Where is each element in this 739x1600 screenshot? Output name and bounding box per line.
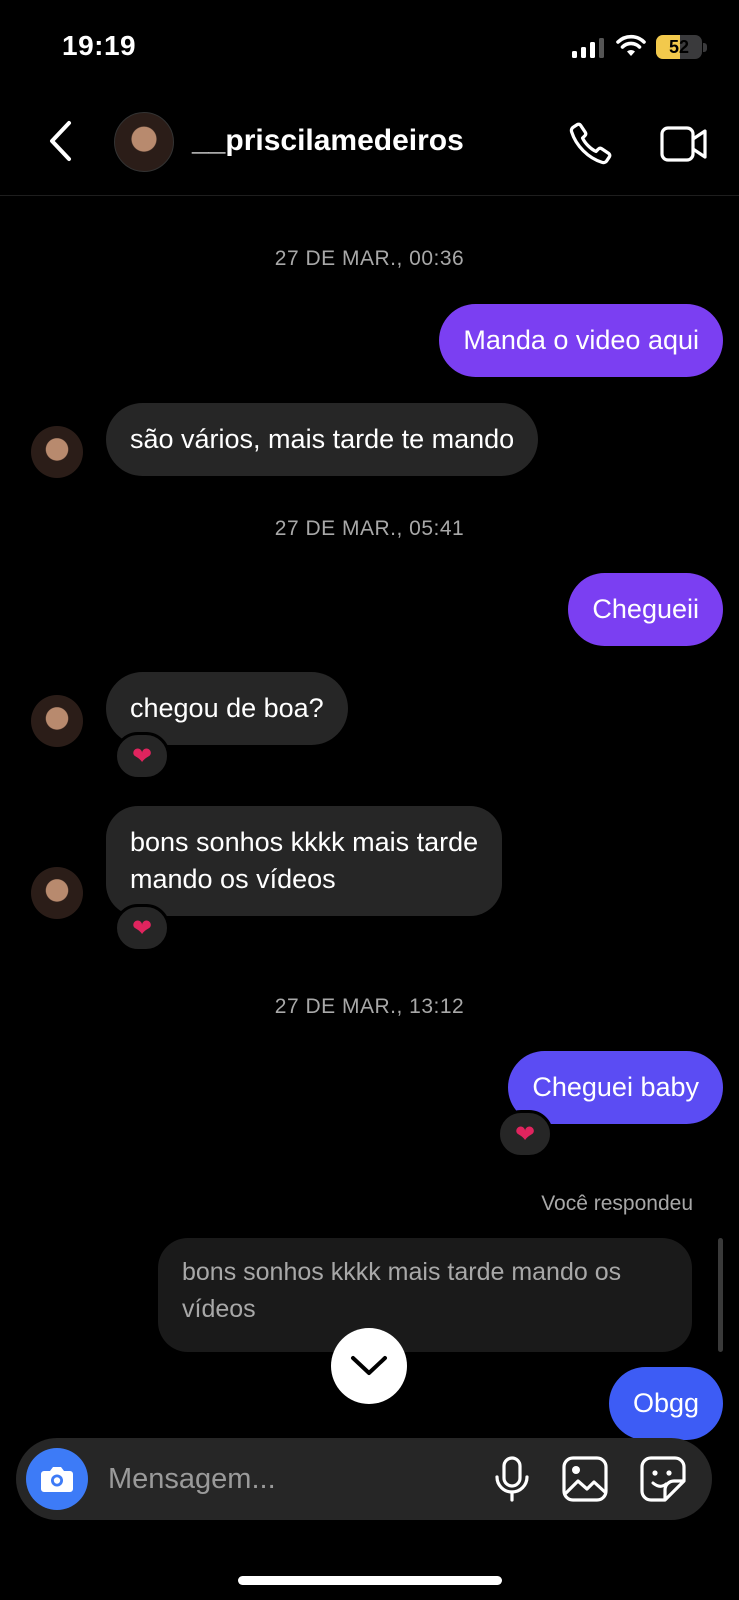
message-line: mando os vídeos [130, 864, 336, 894]
message-bubble-incoming[interactable]: bons sonhos kkkk mais tarde mando os víd… [106, 806, 503, 916]
profile-username[interactable]: __priscilamedeiros [192, 124, 464, 158]
heart-icon: ❤ [514, 1120, 536, 1148]
quoted-message[interactable]: bons sonhos kkkk mais tarde mando os víd… [158, 1238, 692, 1352]
heart-icon: ❤ [131, 914, 153, 942]
home-indicator[interactable] [238, 1576, 502, 1585]
status-time: 19:19 [62, 30, 137, 61]
reaction-badge[interactable]: ❤ [497, 1110, 553, 1158]
chevron-down-icon [351, 1356, 387, 1375]
heart-icon: ❤ [131, 742, 153, 770]
message-bubble-incoming[interactable]: são vários, mais tarde te mando [106, 403, 539, 476]
sender-avatar[interactable] [31, 426, 83, 478]
sticker-icon [640, 1456, 686, 1502]
back-button[interactable] [40, 116, 80, 166]
video-camera-icon [660, 126, 695, 162]
battery-icon: 52 [656, 35, 702, 59]
gallery-button[interactable] [562, 1456, 608, 1502]
phone-icon [569, 122, 612, 165]
sender-avatar[interactable] [31, 867, 83, 919]
signal-icon [572, 38, 604, 58]
battery-tip [703, 43, 707, 52]
back-arrow-icon [50, 121, 71, 161]
scroll-to-bottom-button[interactable] [331, 1328, 407, 1404]
profile-avatar[interactable] [114, 112, 174, 172]
camera-button[interactable] [26, 1448, 88, 1510]
camera-icon [41, 1467, 73, 1492]
reaction-badge[interactable]: ❤ [114, 732, 170, 780]
timestamp: 27 DE MAR., 13:12 [274, 995, 465, 1018]
message-composer [16, 1438, 712, 1520]
scrollbar[interactable] [718, 1238, 723, 1352]
voice-call-button[interactable] [568, 120, 614, 166]
message-line: bons sonhos kkkk mais tarde [130, 827, 479, 857]
video-call-button[interactable] [660, 122, 708, 166]
message-bubble-outgoing[interactable]: Chegueii [568, 573, 723, 646]
quoted-line: bons sonhos kkkk mais tarde mando os [182, 1258, 622, 1286]
timestamp: 27 DE MAR., 00:36 [274, 247, 465, 270]
timestamp: 27 DE MAR., 05:41 [274, 517, 465, 540]
sender-avatar[interactable] [31, 695, 83, 747]
message-input[interactable] [108, 1456, 488, 1502]
wifi-icon [616, 34, 646, 56]
battery-level-text: 52 [668, 37, 690, 57]
reply-label: Você respondeu [541, 1192, 693, 1215]
reaction-badge[interactable]: ❤ [114, 904, 170, 952]
message-bubble-outgoing[interactable]: Manda o video aqui [439, 304, 723, 377]
sticker-button[interactable] [640, 1456, 686, 1502]
chat-header: __priscilamedeiros [0, 96, 739, 196]
microphone-icon [502, 1456, 522, 1488]
message-bubble-outgoing[interactable]: Obgg [608, 1367, 723, 1440]
gallery-icon [562, 1456, 608, 1502]
microphone-button[interactable] [490, 1456, 534, 1502]
quoted-line: vídeos [182, 1295, 256, 1323]
